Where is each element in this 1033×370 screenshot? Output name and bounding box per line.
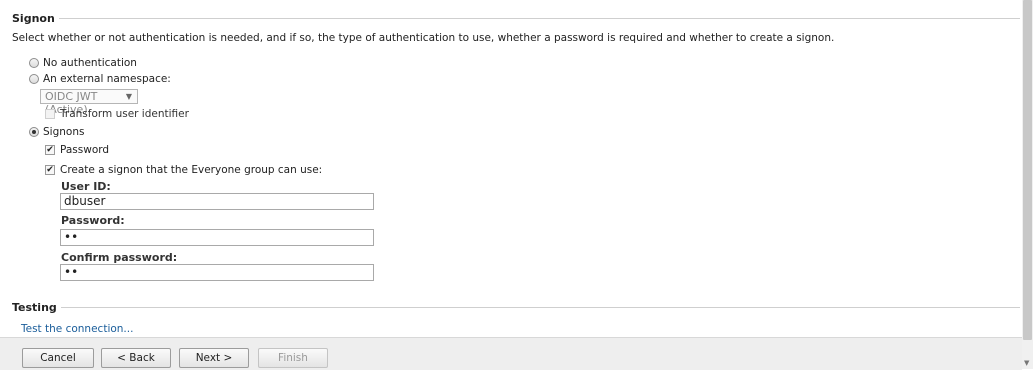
password-option-label: Password [60,144,110,156]
password-field[interactable]: •• [60,229,374,246]
transform-user-identifier-option[interactable]: Transform user identifier [45,108,189,120]
password-option[interactable]: ✔ Password [45,144,109,156]
create-signon-checkbox[interactable]: ✔ [45,165,55,175]
password-label: Password: [61,214,125,227]
finish-button[interactable]: Finish [258,348,328,368]
password-checkbox[interactable]: ✔ [45,145,55,155]
signons-label: Signons [43,126,85,138]
vertical-scrollbar[interactable]: ▼ [1022,0,1033,369]
test-connection-link[interactable]: Test the connection... [21,323,133,335]
create-signon-option[interactable]: ✔ Create a signon that the Everyone grou… [45,164,322,176]
main-content: Signon Select whether or not authenticat… [0,0,1022,370]
signons-option[interactable]: Signons [29,126,84,138]
cancel-button[interactable]: Cancel [22,348,94,368]
testing-section-title: Testing [12,301,61,314]
chevron-down-icon: ▼ [125,92,132,101]
scroll-down-icon[interactable]: ▼ [1024,359,1029,367]
external-namespace-radio[interactable] [29,74,39,84]
signon-divider [12,18,1020,19]
transform-user-identifier-checkbox[interactable] [45,109,55,119]
create-signon-label: Create a signon that the Everyone group … [60,164,323,176]
back-button[interactable]: < Back [101,348,171,368]
scrollbar-thumb[interactable] [1023,0,1032,340]
no-authentication-radio[interactable] [29,58,39,68]
next-button[interactable]: Next > [179,348,249,368]
no-authentication-label: No authentication [43,57,137,69]
signon-description: Select whether or not authentication is … [12,32,835,44]
namespace-select[interactable]: OIDC JWT (Active) ▼ [40,89,138,116]
user-id-label: User ID: [61,180,111,193]
testing-divider [12,307,1020,308]
external-namespace-label: An external namespace: [43,73,171,85]
signon-section-title: Signon [12,12,59,25]
confirm-password-label: Confirm password: [61,251,178,264]
transform-user-identifier-label: Transform user identifier [60,108,189,120]
confirm-password-field[interactable]: •• [60,264,374,281]
signons-radio[interactable] [29,127,39,137]
external-namespace-option[interactable]: An external namespace: [29,73,171,85]
user-id-field[interactable]: dbuser [60,193,374,210]
no-authentication-option[interactable]: No authentication [29,57,137,69]
